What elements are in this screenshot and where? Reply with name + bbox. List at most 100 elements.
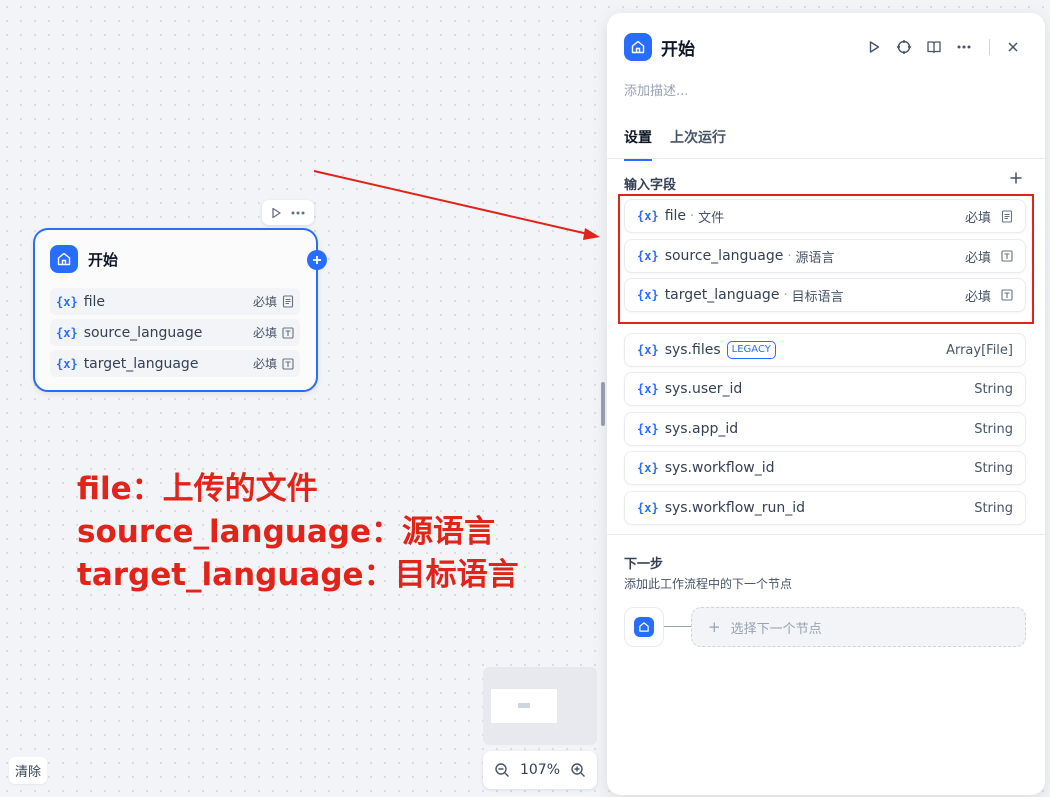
- field-type: Array[File]: [946, 342, 1013, 358]
- node-title: 开始: [88, 250, 119, 269]
- add-field-icon[interactable]: [1009, 171, 1023, 185]
- minimap-node: [518, 703, 530, 708]
- zoom-out-icon[interactable]: [494, 762, 510, 778]
- header-divider: [989, 39, 990, 55]
- system-field-row: {x} sys.app_id String: [624, 412, 1026, 446]
- tabs-divider: [607, 158, 1045, 159]
- close-icon[interactable]: [998, 33, 1028, 61]
- field-name: sys.files: [664, 342, 721, 358]
- variable-icon: {x}: [637, 422, 659, 436]
- system-field-row: {x} sys.user_id String: [624, 372, 1026, 406]
- field-type: String: [974, 500, 1013, 516]
- variable-icon: {x}: [56, 294, 78, 309]
- variable-icon: {x}: [637, 209, 659, 223]
- more-icon[interactable]: [949, 33, 979, 61]
- locate-icon[interactable]: [889, 33, 919, 61]
- plus-icon: +: [708, 618, 721, 636]
- zoom-in-icon[interactable]: [570, 762, 586, 778]
- field-label: 源语言: [795, 250, 835, 266]
- variable-icon: {x}: [637, 501, 659, 515]
- zoom-level[interactable]: 107%: [520, 762, 560, 778]
- separator-dot: ·: [690, 208, 695, 224]
- annotation-line: target_language：目标语言: [77, 557, 519, 593]
- run-node-icon[interactable]: [270, 207, 282, 219]
- variable-icon: {x}: [637, 288, 659, 302]
- legacy-badge: LEGACY: [726, 341, 776, 359]
- required-label: 必填: [252, 326, 277, 340]
- home-icon: [624, 33, 652, 61]
- node-toolbar: [262, 200, 314, 225]
- document-icon: [1001, 209, 1013, 223]
- next-step-description: 添加此工作流程中的下一个节点: [624, 577, 793, 591]
- panel-resize-handle[interactable]: [601, 382, 605, 426]
- select-next-node-button[interactable]: + 选择下一个节点: [691, 607, 1026, 647]
- run-icon[interactable]: [859, 33, 889, 61]
- annotation-text: file：上传的文件 source_language：源语言 target_la…: [77, 468, 519, 597]
- system-field-row: {x} sys.files LEGACY Array[File]: [624, 333, 1026, 367]
- zoom-controls: 107%: [483, 751, 597, 789]
- field-name: sys.workflow_id: [664, 460, 775, 476]
- variable-icon: {x}: [637, 461, 659, 475]
- separator-dot: ·: [787, 248, 792, 264]
- field-name: source_language: [664, 248, 784, 264]
- select-next-node-label: 选择下一个节点: [730, 621, 822, 637]
- minimap[interactable]: [483, 667, 597, 745]
- node-field-row: {x} source_language 必填: [50, 319, 300, 346]
- required-label: 必填: [964, 250, 991, 266]
- variable-icon: {x}: [56, 356, 78, 371]
- system-field-row: {x} sys.workflow_run_id String: [624, 491, 1026, 525]
- field-name: sys.app_id: [664, 421, 739, 437]
- text-input-icon: [1001, 289, 1013, 301]
- start-node[interactable]: 开始 {x} file 必填 {x} source_language 必填 {x…: [33, 228, 327, 392]
- variable-icon: {x}: [637, 343, 659, 357]
- field-type: String: [974, 421, 1013, 437]
- clear-button[interactable]: 清除: [9, 757, 48, 784]
- node-field-row: {x} target_language 必填: [50, 350, 300, 377]
- field-label: 文件: [698, 210, 725, 226]
- home-icon: [50, 245, 78, 273]
- home-icon: [634, 617, 654, 637]
- input-field-row[interactable]: {x} file · 文件 必填: [624, 199, 1026, 233]
- variable-icon: {x}: [56, 325, 78, 340]
- tab-settings[interactable]: 设置: [624, 127, 652, 161]
- description-input[interactable]: 添加描述...: [624, 80, 688, 99]
- node-header: 开始: [50, 245, 118, 273]
- more-options-icon[interactable]: [290, 207, 306, 219]
- annotation-line: source_language：源语言: [77, 514, 496, 550]
- tab-last-run[interactable]: 上次运行: [670, 127, 726, 161]
- text-input-icon: [282, 326, 294, 339]
- field-type: String: [974, 460, 1013, 476]
- variable-icon: {x}: [637, 382, 659, 396]
- input-field-row[interactable]: {x} source_language · 源语言 必填: [624, 239, 1026, 273]
- panel-tabs: 设置 上次运行: [624, 127, 744, 161]
- field-name: file: [664, 208, 687, 224]
- text-input-icon: [282, 357, 294, 370]
- node-settings-panel: 开始 添加描述... 设置 上次运行 输入字段 {x} file · 文件 必填…: [607, 13, 1045, 795]
- add-next-node-button[interactable]: [307, 250, 327, 270]
- field-name: sys.user_id: [664, 381, 743, 397]
- current-node-icon: [624, 607, 664, 647]
- next-step-title: 下一步: [624, 557, 664, 572]
- connector-line: [664, 626, 691, 627]
- document-icon: [282, 295, 294, 308]
- section-divider: [607, 534, 1045, 535]
- book-icon[interactable]: [919, 33, 949, 61]
- required-label: 必填: [964, 289, 991, 305]
- required-label: 必填: [964, 210, 991, 226]
- field-name: target_language: [83, 355, 199, 372]
- variable-icon: {x}: [637, 249, 659, 263]
- panel-title[interactable]: 开始: [661, 35, 859, 60]
- field-name: target_language: [664, 287, 780, 303]
- minimap-viewport[interactable]: [491, 689, 557, 723]
- field-name: source_language: [83, 324, 203, 341]
- required-label: 必填: [252, 295, 277, 309]
- input-fields-label: 输入字段: [624, 178, 677, 193]
- field-label: 目标语言: [791, 289, 844, 305]
- field-name: file: [83, 293, 106, 310]
- text-input-icon: [1001, 250, 1013, 262]
- input-field-row[interactable]: {x} target_language · 目标语言 必填: [624, 278, 1026, 312]
- node-field-row: {x} file 必填: [50, 288, 300, 315]
- system-field-row: {x} sys.workflow_id String: [624, 451, 1026, 485]
- node-field-list: {x} file 必填 {x} source_language 必填 {x} t…: [50, 288, 300, 381]
- panel-header: 开始: [624, 33, 1028, 61]
